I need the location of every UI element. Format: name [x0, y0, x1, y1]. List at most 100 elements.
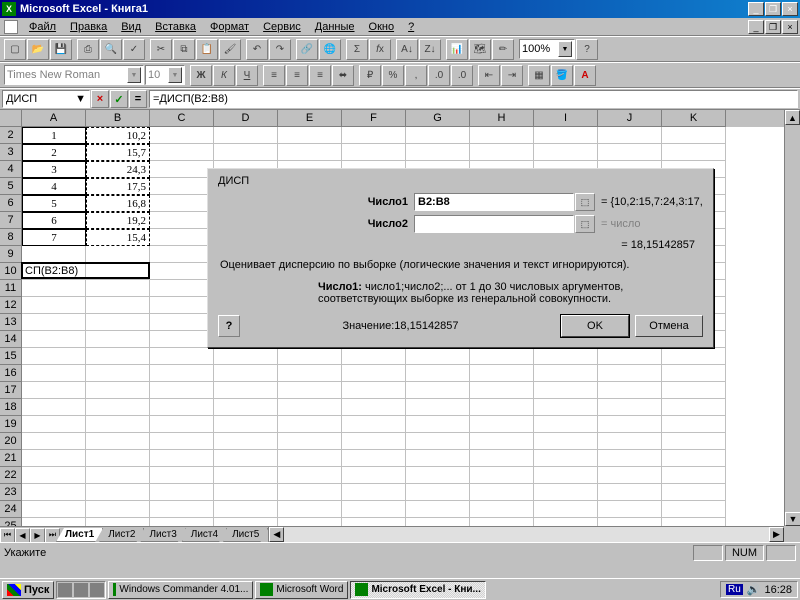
bold-icon[interactable]: Ж — [190, 65, 212, 86]
fill-color-icon[interactable]: 🪣 — [551, 65, 573, 86]
cell[interactable] — [278, 144, 342, 161]
cell[interactable] — [22, 280, 86, 297]
cell[interactable] — [150, 144, 214, 161]
cell[interactable] — [150, 399, 214, 416]
cell[interactable] — [470, 467, 534, 484]
cell[interactable] — [342, 365, 406, 382]
cell[interactable] — [278, 365, 342, 382]
row-header[interactable]: 4 — [0, 161, 22, 178]
enter-formula-icon[interactable]: ✓ — [110, 90, 128, 108]
row-header[interactable]: 21 — [0, 450, 22, 467]
cell[interactable] — [342, 467, 406, 484]
cell[interactable] — [22, 484, 86, 501]
column-header[interactable]: K — [662, 110, 726, 127]
menu-format[interactable]: Формат — [204, 20, 255, 34]
cell[interactable] — [86, 331, 150, 348]
cell[interactable] — [406, 365, 470, 382]
cell[interactable] — [278, 382, 342, 399]
cell[interactable] — [150, 161, 214, 178]
cell[interactable] — [86, 399, 150, 416]
currency-icon[interactable]: ₽ — [359, 65, 381, 86]
cell[interactable]: 16,8 — [86, 195, 150, 212]
cell[interactable]: 2 — [22, 144, 86, 161]
sort-asc-icon[interactable]: A↓ — [396, 39, 418, 60]
cell[interactable] — [662, 416, 726, 433]
align-right-icon[interactable]: ≡ — [309, 65, 331, 86]
cell[interactable] — [406, 433, 470, 450]
cell[interactable]: 15,4 — [86, 229, 150, 246]
cell[interactable] — [406, 467, 470, 484]
redo-icon[interactable]: ↷ — [269, 39, 291, 60]
cell[interactable] — [598, 467, 662, 484]
cell[interactable] — [406, 399, 470, 416]
cell[interactable] — [470, 484, 534, 501]
minimize-button[interactable]: _ — [748, 2, 764, 16]
cell[interactable] — [534, 382, 598, 399]
cell[interactable] — [86, 246, 150, 263]
cell[interactable]: 1 — [22, 127, 86, 144]
tray-icon[interactable]: 🔊 — [747, 583, 761, 596]
cell[interactable]: 10,2 — [86, 127, 150, 144]
cell[interactable] — [470, 365, 534, 382]
decrease-indent-icon[interactable]: ⇤ — [478, 65, 500, 86]
function-icon[interactable]: fx — [369, 39, 391, 60]
cell[interactable] — [278, 399, 342, 416]
cell[interactable] — [150, 365, 214, 382]
help-icon[interactable]: ? — [218, 315, 240, 337]
cell[interactable] — [278, 467, 342, 484]
copy-icon[interactable]: ⧉ — [173, 39, 195, 60]
autosum-icon[interactable]: Σ — [346, 39, 368, 60]
cell[interactable] — [22, 450, 86, 467]
cell[interactable] — [534, 416, 598, 433]
cell[interactable] — [278, 450, 342, 467]
cell[interactable] — [214, 365, 278, 382]
cell[interactable] — [150, 433, 214, 450]
cell[interactable] — [470, 501, 534, 518]
cell[interactable] — [150, 416, 214, 433]
ok-button[interactable]: OK — [561, 315, 629, 337]
cell[interactable] — [86, 382, 150, 399]
cell[interactable] — [406, 348, 470, 365]
borders-icon[interactable]: ▦ — [528, 65, 550, 86]
cell[interactable] — [150, 467, 214, 484]
cell[interactable] — [534, 450, 598, 467]
chart-icon[interactable]: 📊 — [446, 39, 468, 60]
cell[interactable] — [86, 263, 150, 280]
workbook-icon[interactable] — [4, 20, 18, 34]
cell[interactable] — [86, 348, 150, 365]
sheet-tab[interactable]: Лист3 — [140, 528, 185, 542]
menu-file[interactable]: Файл — [23, 20, 62, 34]
cell[interactable] — [278, 484, 342, 501]
cell[interactable] — [22, 433, 86, 450]
sort-desc-icon[interactable]: Z↓ — [419, 39, 441, 60]
format-painter-icon[interactable]: 🖌 — [219, 39, 241, 60]
tab-first-icon[interactable]: ⏮ — [0, 528, 15, 543]
cell[interactable] — [662, 144, 726, 161]
row-header[interactable]: 6 — [0, 195, 22, 212]
cell[interactable] — [214, 467, 278, 484]
row-header[interactable]: 14 — [0, 331, 22, 348]
taskbar-button[interactable]: Windows Commander 4.01... — [108, 581, 253, 599]
scroll-down-icon[interactable]: ▼ — [785, 512, 800, 526]
cell[interactable] — [598, 501, 662, 518]
cell[interactable] — [662, 484, 726, 501]
chevron-down-icon[interactable]: ▼ — [75, 93, 86, 105]
menu-window[interactable]: Окно — [363, 20, 401, 34]
font-color-icon[interactable]: A — [574, 65, 596, 86]
cell[interactable] — [470, 399, 534, 416]
cell[interactable] — [22, 331, 86, 348]
cell[interactable] — [278, 416, 342, 433]
cell[interactable] — [150, 246, 214, 263]
column-header[interactable]: D — [214, 110, 278, 127]
increase-decimal-icon[interactable]: .0 — [428, 65, 450, 86]
cell[interactable]: 15,7 — [86, 144, 150, 161]
cell[interactable] — [662, 382, 726, 399]
cell[interactable]: СП(B2:B8) — [22, 263, 86, 280]
cell[interactable] — [22, 382, 86, 399]
cell[interactable] — [662, 127, 726, 144]
cell[interactable] — [342, 450, 406, 467]
cell[interactable] — [534, 144, 598, 161]
column-header[interactable]: A — [22, 110, 86, 127]
row-header[interactable]: 15 — [0, 348, 22, 365]
cell[interactable] — [662, 450, 726, 467]
